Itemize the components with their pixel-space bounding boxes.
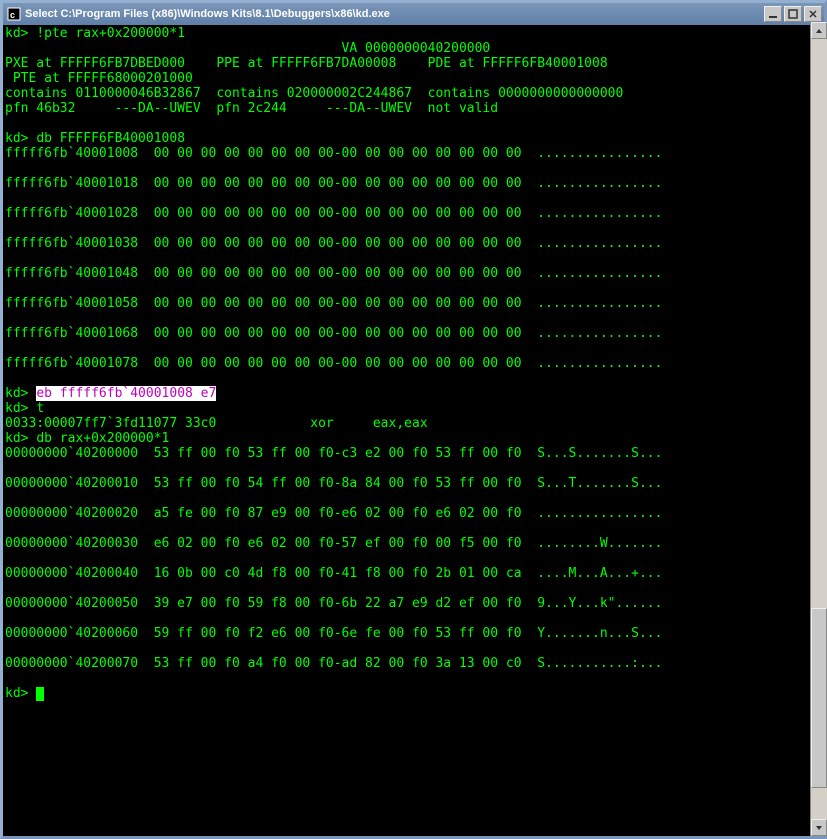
scroll-thumb[interactable] (811, 608, 827, 787)
titlebar[interactable]: c Select C:\Program Files (x86)\Windows … (3, 3, 824, 25)
scroll-track[interactable] (811, 39, 827, 819)
window-controls (764, 6, 822, 22)
maximize-button[interactable] (784, 6, 802, 22)
console-window: c Select C:\Program Files (x86)\Windows … (0, 0, 827, 839)
scroll-up-button[interactable] (811, 22, 827, 39)
svg-text:c: c (10, 10, 15, 20)
vertical-scrollbar[interactable] (810, 22, 827, 836)
scroll-down-button[interactable] (811, 819, 827, 836)
cursor (36, 687, 44, 701)
terminal-output[interactable]: kd> !pte rax+0x200000*1 VA 0000000040200… (3, 25, 824, 836)
window-title: Select C:\Program Files (x86)\Windows Ki… (25, 8, 764, 20)
minimize-button[interactable] (764, 6, 782, 22)
close-button[interactable] (804, 6, 822, 22)
app-icon: c (7, 7, 21, 21)
